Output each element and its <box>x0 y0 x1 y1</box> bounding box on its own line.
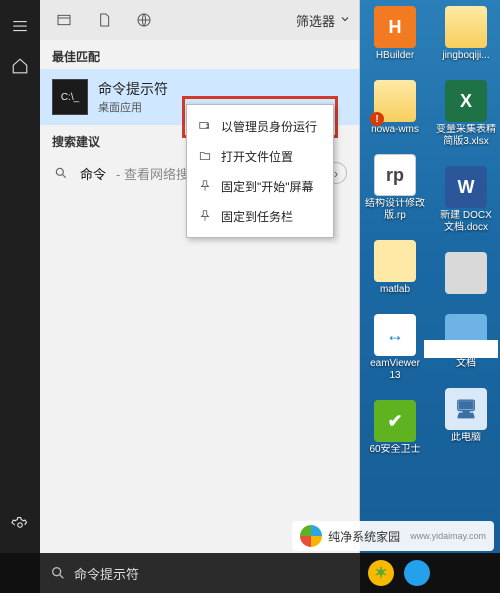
desktop-icon-column: jingboqiji... X变量采集表精简版3.xlsx W新建 DOCX 文… <box>436 6 496 444</box>
search-input[interactable] <box>74 566 350 581</box>
computer-icon: 🖥 <box>445 388 487 430</box>
desktop-icon-label: HBuilder <box>365 50 425 62</box>
cmd-icon: C:\_ <box>52 79 88 115</box>
menu-item-label: 固定到"开始"屏幕 <box>221 178 314 195</box>
desktop-background: H HBuilder nowa-wms rp结构设计修改版.rp matlab ↔… <box>0 0 500 593</box>
menu-run-as-admin[interactable]: 以管理员身份运行 <box>187 111 333 141</box>
search-icon <box>52 166 70 180</box>
folder-icon <box>374 80 416 122</box>
desktop-icon[interactable]: H HBuilder <box>365 6 425 62</box>
suggestion-term: 命令 <box>80 164 106 183</box>
menu-item-label: 打开文件位置 <box>221 148 293 165</box>
file-icon: W <box>445 166 487 208</box>
desktop-icon[interactable]: 🖥 此电脑 <box>436 388 496 444</box>
taskbar-app-icon[interactable] <box>404 560 430 586</box>
watermark-url: www.yidaimay.com <box>410 531 486 541</box>
search-icon <box>50 565 66 581</box>
desktop-icon-label: 此电脑 <box>436 432 496 444</box>
open-location-icon <box>197 148 213 164</box>
desktop-icon[interactable]: ↔eamViewer 13 <box>365 314 425 382</box>
folder-icon <box>445 6 487 48</box>
best-match-subtitle: 桌面应用 <box>98 99 168 115</box>
file-icon: X <box>445 80 487 122</box>
home-icon[interactable] <box>0 46 40 86</box>
panel-toolbar: 筛选器 <box>40 0 359 40</box>
desktop-icon-label: matlab <box>365 284 425 296</box>
redaction-bar <box>424 340 498 358</box>
admin-run-icon <box>197 118 213 134</box>
section-best-match: 最佳匹配 <box>40 40 359 69</box>
best-match-title: 命令提示符 <box>98 79 168 99</box>
file-icon: rp <box>374 154 416 196</box>
start-search-panel: 筛选器 最佳匹配 C:\_ 命令提示符 桌面应用 搜索建议 命令 - 查看网络搜… <box>40 0 360 553</box>
desktop-icon-label: 新建 DOCX 文档.docx <box>436 210 496 234</box>
desktop-icon[interactable]: X变量采集表精简版3.xlsx <box>436 80 496 148</box>
desktop-icon-label: nowa-wms <box>365 124 425 136</box>
documents-tab-icon[interactable] <box>88 4 120 36</box>
taskbar: ✶ <box>0 553 500 593</box>
context-menu: 以管理员身份运行 打开文件位置 固定到"开始"屏幕 固定到任务栏 <box>186 104 334 238</box>
filter-label: 筛选器 <box>296 11 335 30</box>
desktop-icon[interactable] <box>436 252 496 296</box>
desktop-icon[interactable]: matlab <box>365 240 425 296</box>
menu-item-label: 固定到任务栏 <box>221 208 293 225</box>
file-icon <box>445 252 487 294</box>
gear-icon[interactable] <box>0 505 40 545</box>
menu-pin-taskbar[interactable]: 固定到任务栏 <box>187 201 333 231</box>
app-icon: ↔ <box>374 314 416 356</box>
taskbar-app-icon[interactable]: ✶ <box>368 560 394 586</box>
pin-taskbar-icon <box>197 208 213 224</box>
web-tab-icon[interactable] <box>128 4 160 36</box>
menu-open-location[interactable]: 打开文件位置 <box>187 141 333 171</box>
taskbar-pinned: ✶ <box>360 560 438 586</box>
desktop-icon[interactable]: rp结构设计修改版.rp <box>365 154 425 222</box>
start-rail <box>0 0 40 553</box>
desktop-icon-column: H HBuilder nowa-wms rp结构设计修改版.rp matlab ↔… <box>365 6 425 456</box>
watermark-title: 纯净系统家园 <box>328 528 400 545</box>
folder-icon <box>374 240 416 282</box>
desktop-icon-label: eamViewer 13 <box>365 358 425 382</box>
pin-start-icon <box>197 178 213 194</box>
start-button[interactable] <box>0 553 40 593</box>
desktop-icon-label: 变量采集表精简版3.xlsx <box>436 124 496 148</box>
desktop-icon-label: jingboqiji... <box>436 50 496 62</box>
watermark-logo-icon <box>300 525 322 547</box>
desktop-icon-label: 文档 <box>436 358 496 370</box>
desktop-icon-label: 结构设计修改版.rp <box>365 198 425 222</box>
filter-dropdown[interactable]: 筛选器 <box>296 11 351 30</box>
desktop-icon[interactable]: jingboqiji... <box>436 6 496 62</box>
menu-item-label: 以管理员身份运行 <box>221 118 317 135</box>
menu-pin-start[interactable]: 固定到"开始"屏幕 <box>187 171 333 201</box>
chevron-down-icon <box>339 13 351 28</box>
app-icon: H <box>374 6 416 48</box>
apps-tab-icon[interactable] <box>48 4 80 36</box>
taskbar-search[interactable] <box>40 553 360 593</box>
desktop-icon[interactable]: W新建 DOCX 文档.docx <box>436 166 496 234</box>
hamburger-icon[interactable] <box>0 6 40 46</box>
desktop-icon-label: 60安全卫士 <box>365 444 425 456</box>
watermark: 纯净系统家园 www.yidaimay.com <box>292 521 494 551</box>
desktop-icon[interactable]: nowa-wms <box>365 80 425 136</box>
desktop-icon[interactable]: ✔ 60安全卫士 <box>365 400 425 456</box>
app-icon: ✔ <box>374 400 416 442</box>
